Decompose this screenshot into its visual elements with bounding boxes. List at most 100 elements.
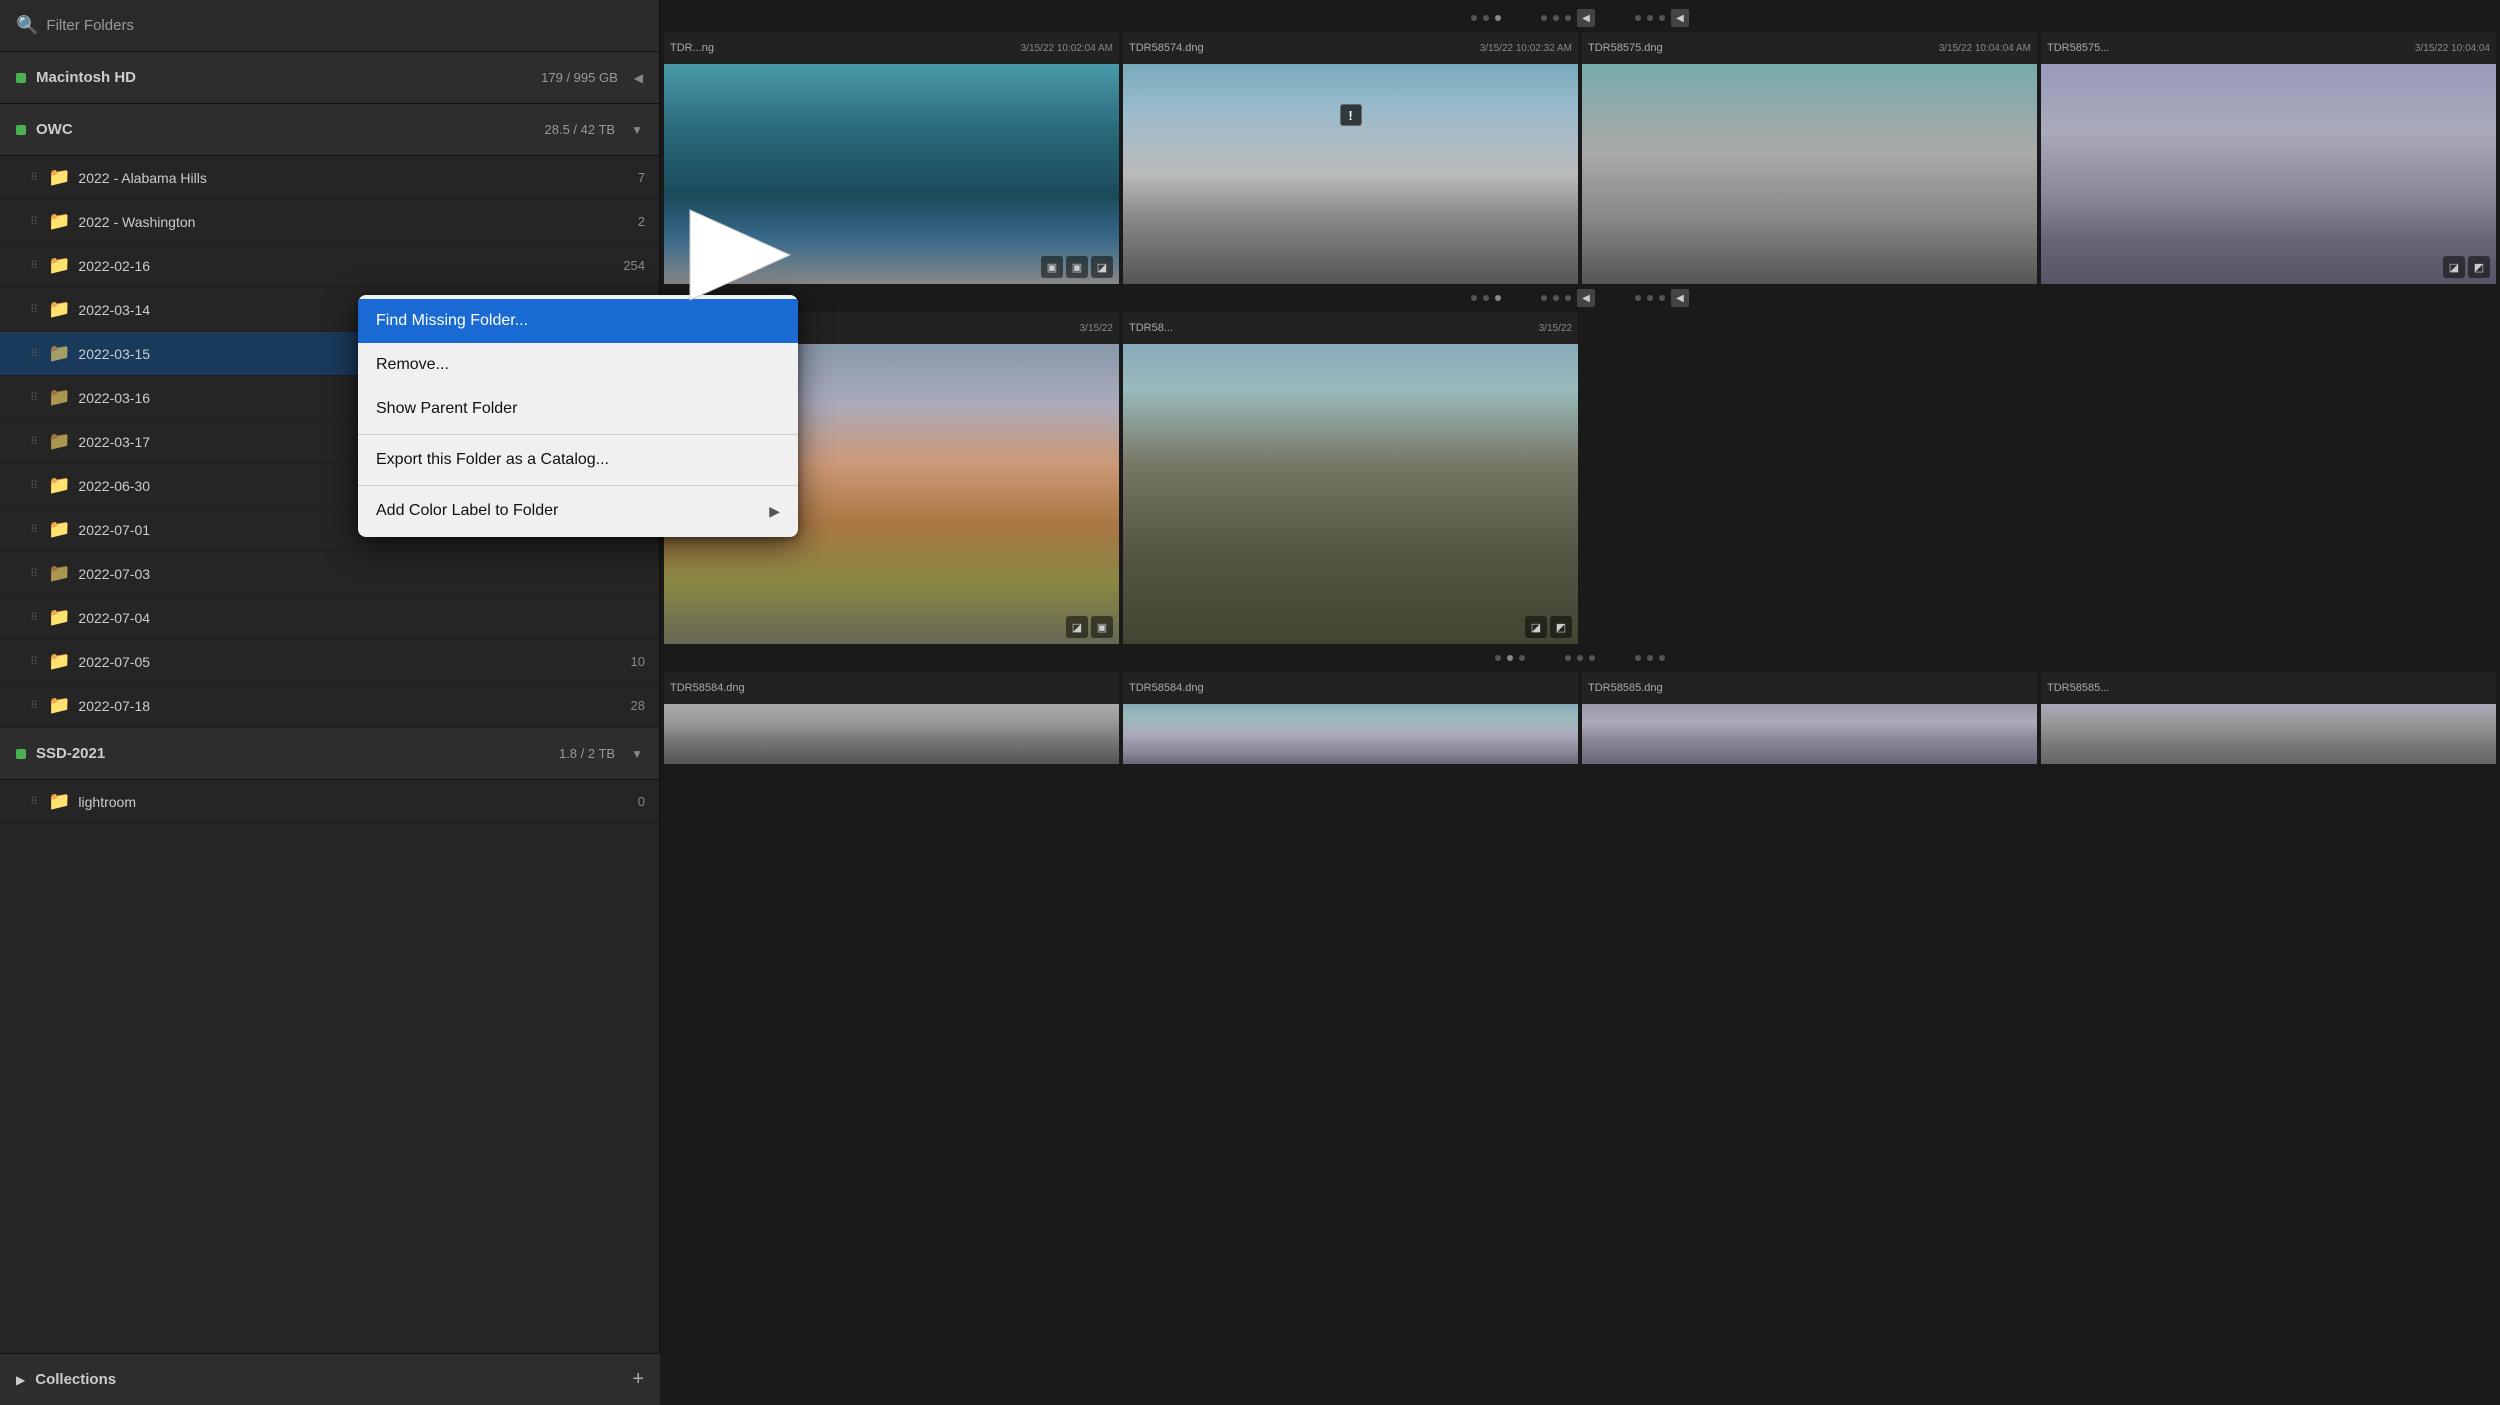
folder-row[interactable]: ⠿ 📁 2022-07-18 28 [0, 684, 659, 728]
folder-row[interactable]: ⠿ 📁 2022-07-05 10 [0, 640, 659, 684]
nav-dot [1495, 655, 1501, 661]
photo-cell[interactable]: TDR58... 3/15/22 ◪ ◩ [1123, 312, 1578, 644]
folder-row[interactable]: ⠿ 📁 2022-02-16 254 [0, 244, 659, 288]
menu-item-show-parent[interactable]: Show Parent Folder [358, 387, 798, 431]
photo-cell[interactable]: TDR58584.dng [1123, 672, 1578, 764]
photo-date: 3/15/22 10:02:32 AM [1480, 43, 1572, 54]
filter-bar: 🔍 Filter Folders [0, 0, 659, 52]
drag-handle-icon: ⠿ [30, 795, 44, 808]
photo-header: TDR...ng 3/15/22 10:02:04 AM [664, 32, 1119, 64]
volume-ssd-2021[interactable]: SSD-2021 1.8 / 2 TB ▼ [0, 728, 659, 780]
photo-date: 3/15/22 [1539, 323, 1572, 334]
photo-bg [664, 704, 1119, 764]
folder-row[interactable]: ⠿ 📁 2022 - Alabama Hills 7 [0, 156, 659, 200]
nav-dots-middle: ◀ ◀ [660, 284, 2500, 312]
photo-cell[interactable]: TDR58585.dng [1582, 672, 2037, 764]
folder-name: 2022-07-05 [78, 654, 630, 670]
photo-bg [1582, 704, 2037, 764]
photo-image: ◪ ◩ [2041, 64, 2496, 284]
nav-arrow[interactable]: ◀ [1671, 9, 1689, 27]
folder-count: 7 [638, 170, 645, 185]
volume-arrow-icon: ▼ [631, 123, 643, 137]
drag-handle-icon: ⠿ [30, 435, 44, 448]
folder-count: 28 [631, 698, 645, 713]
photo-cell[interactable]: TDR58575... 3/15/22 10:04:04 ◪ ◩ [2041, 32, 2496, 284]
missing-folder-icon: 📁 [48, 387, 70, 408]
nav-dot [1647, 655, 1653, 661]
nav-arrow[interactable]: ◀ [1577, 9, 1595, 27]
nav-dot [1659, 655, 1665, 661]
folder-row[interactable]: ⠿ 📁 2022-07-04 [0, 596, 659, 640]
menu-item-add-color-label[interactable]: Add Color Label to Folder ▶ [358, 489, 798, 533]
volume-macintosh-hd[interactable]: Macintosh HD 179 / 995 GB ◀ [0, 52, 659, 104]
photo-date: 3/15/22 [1080, 323, 1113, 334]
photo-header: TDR58575.dng 3/15/22 10:04:04 AM [1582, 32, 2037, 64]
volume-name: SSD-2021 [36, 745, 549, 762]
nav-dots-group: ◀ [1541, 9, 1595, 27]
menu-item-label: Show Parent Folder [376, 400, 780, 418]
overlay-icon: ◪ [1066, 616, 1088, 638]
photo-header: TDR58... 3/15/22 [1123, 312, 1578, 344]
search-icon: 🔍 [16, 15, 38, 36]
photo-filename: TDR...ng [670, 42, 1017, 54]
volume-owc[interactable]: OWC 28.5 / 42 TB ▼ [0, 104, 659, 156]
volume-size: 179 / 995 GB [541, 70, 618, 85]
folder-count: 254 [623, 258, 645, 273]
photo-overlay-icons: ◪ ◩ [1525, 616, 1572, 638]
folder-row[interactable]: ⠿ 📁 2022-07-03 [0, 552, 659, 596]
photo-image [1582, 704, 2037, 764]
drag-handle-icon: ⠿ [30, 655, 44, 668]
nav-dots-group: ◀ [1635, 289, 1689, 307]
nav-dots-group: ◀ [1635, 9, 1689, 27]
collections-bar[interactable]: ▶ Collections + [0, 1353, 660, 1405]
photo-cell[interactable]: TDR58574.dng 3/15/22 10:02:32 AM ! [1123, 32, 1578, 284]
nav-dots-group [1635, 655, 1665, 661]
volume-status-dot [16, 125, 26, 135]
photo-filename: TDR58585... [2047, 682, 2490, 694]
drag-handle-icon: ⠿ [30, 567, 44, 580]
nav-arrow[interactable]: ◀ [1577, 289, 1595, 307]
nav-dot [1589, 655, 1595, 661]
photo-cell[interactable]: TDR58575.dng 3/15/22 10:04:04 AM [1582, 32, 2037, 284]
folder-icon: 📁 [48, 255, 70, 276]
overlay-icon: ◪ [1091, 256, 1113, 278]
photo-date: 3/15/22 10:02:04 AM [1021, 43, 1113, 54]
photo-header: TDR58575... 3/15/22 10:04:04 [2041, 32, 2496, 64]
nav-dot [1541, 295, 1547, 301]
missing-folder-icon: 📁 [48, 343, 70, 364]
photo-date: 3/15/22 10:04:04 [2415, 43, 2490, 54]
submenu-arrow-icon: ▶ [769, 503, 780, 520]
add-collection-button[interactable]: + [632, 1368, 644, 1391]
volume-arrow-icon: ◀ [634, 71, 643, 85]
overlay-icon: ▣ [1066, 256, 1088, 278]
folder-icon: 📁 [48, 607, 70, 628]
photo-image: ◪ ◩ [1123, 344, 1578, 644]
right-panel: ◀ ◀ TDR...ng 3/15/22 10:02:04 AM ▣ ▣ ◪ [660, 0, 2500, 1405]
folder-count: 2 [638, 214, 645, 229]
photo-cell[interactable]: TDR58585... [2041, 672, 2496, 764]
menu-item-export-catalog[interactable]: Export this Folder as a Catalog... [358, 438, 798, 482]
collections-label: Collections [35, 1371, 632, 1388]
nav-dots-group [1471, 295, 1501, 301]
photo-header: TDR58584.dng [1123, 672, 1578, 704]
nav-dot [1635, 295, 1641, 301]
folder-icon: 📁 [48, 167, 70, 188]
overlay-icon: ◪ [1525, 616, 1547, 638]
missing-folder-icon: 📁 [48, 563, 70, 584]
volume-arrow-icon: ▼ [631, 747, 643, 761]
folder-row[interactable]: ⠿ 📁 2022 - Washington 2 [0, 200, 659, 244]
folder-row[interactable]: ⠿ 📁 lightroom 0 [0, 780, 659, 824]
menu-item-remove[interactable]: Remove... [358, 343, 798, 387]
nav-dot [1635, 15, 1641, 21]
collections-expand-icon: ▶ [16, 1373, 25, 1387]
photo-cell[interactable]: TDR58584.dng [664, 672, 1119, 764]
context-menu: Find Missing Folder... Remove... Show Pa… [358, 295, 798, 537]
nav-dot [1647, 295, 1653, 301]
menu-separator [358, 485, 798, 486]
photo-bg [1123, 64, 1578, 284]
overlay-icon: ▣ [1091, 616, 1113, 638]
nav-arrow[interactable]: ◀ [1671, 289, 1689, 307]
nav-dots-group: ◀ [1541, 289, 1595, 307]
photo-image [664, 704, 1119, 764]
photo-date: 3/15/22 10:04:04 AM [1939, 43, 2031, 54]
